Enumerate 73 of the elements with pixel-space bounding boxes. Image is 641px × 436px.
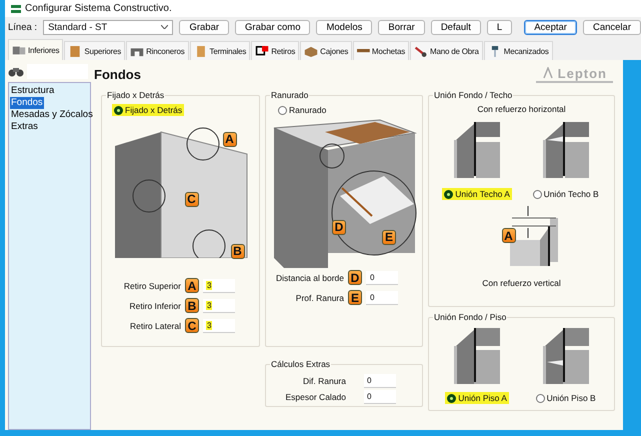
- radio-option[interactable]: Ranurado: [276, 104, 328, 116]
- input-field[interactable]: 3: [203, 298, 235, 312]
- dialog-button[interactable]: Cancelar: [582, 20, 641, 34]
- toolbar-button[interactable]: Default: [430, 20, 481, 34]
- board-icon: [357, 49, 370, 53]
- chevron-icon: [161, 25, 168, 29]
- tab[interactable]: Rinconeros: [126, 41, 189, 60]
- tab[interactable]: Mano de Obra: [410, 41, 483, 60]
- tab[interactable]: Cajones: [300, 41, 352, 60]
- tab[interactable]: Mecanizados: [484, 41, 553, 60]
- toolbar-button[interactable]: L: [486, 20, 512, 34]
- letter-badge: E: [348, 290, 362, 305]
- window-title: Configurar Sistema Constructivo.: [25, 3, 172, 14]
- joint-drawing: [540, 120, 591, 178]
- tab[interactable]: Inferiores: [8, 39, 64, 60]
- tab[interactable]: Retiros: [251, 41, 300, 60]
- tab[interactable]: Mochetas: [353, 41, 410, 60]
- input-field[interactable]: 0: [366, 290, 398, 304]
- group-title: Ranurado: [270, 90, 310, 100]
- field-label: Retiro Superior: [124, 280, 181, 290]
- navigation-item[interactable]: Estructura: [10, 85, 56, 97]
- group-title: Unión Fondo / Techo: [433, 90, 514, 100]
- radio-option[interactable]: Unión Piso B: [534, 392, 598, 404]
- navigation-item[interactable]: Extras: [10, 121, 39, 133]
- line-dropdown[interactable]: Standard - ST: [43, 20, 174, 34]
- joint-drawing: [452, 326, 502, 384]
- dialog-button[interactable]: Aceptar: [524, 20, 577, 34]
- toolbar-button[interactable]: Borrar: [378, 20, 425, 34]
- joint-drawing: [540, 326, 591, 384]
- group-title: Cálculos Extras: [270, 359, 332, 369]
- input-field[interactable]: 3: [203, 278, 235, 292]
- logo: Lepton: [536, 66, 613, 82]
- radio-option[interactable]: Unión Techo A: [442, 188, 512, 200]
- field-label: Espesor Calado: [286, 392, 346, 402]
- tab[interactable]: Superiores: [64, 41, 126, 60]
- binoculars-icon: [8, 66, 24, 76]
- caption: Con refuerzo vertical: [481, 278, 562, 288]
- input-field[interactable]: 3: [203, 318, 235, 332]
- field-label: Retiro Inferior: [130, 300, 181, 310]
- letter-badge: E: [382, 230, 396, 244]
- cabinet-icon: [68, 44, 82, 58]
- toolbar-button[interactable]: Grabar como: [235, 20, 310, 34]
- navigation-item[interactable]: Fondos: [10, 97, 44, 109]
- navigation-item[interactable]: Mesadas y Zócalos: [10, 109, 94, 121]
- group-title: Unión Fondo / Piso: [433, 312, 508, 322]
- input-field[interactable]: 0: [366, 270, 398, 284]
- group-title: Fijado x Detrás: [106, 90, 166, 100]
- toolbar-button[interactable]: Grabar: [179, 20, 230, 34]
- line-label: Línea :: [8, 22, 38, 32]
- letter-badge: A: [502, 228, 516, 243]
- field-label: Prof. Ranura: [296, 292, 344, 302]
- frame-icon: [255, 44, 270, 58]
- field-label: Retiro Lateral: [130, 320, 181, 330]
- letter-badge: D: [332, 220, 346, 234]
- letter-badge: A: [185, 278, 199, 293]
- app-icon: [11, 4, 21, 12]
- input-field[interactable]: 0: [364, 374, 396, 388]
- radio-option[interactable]: Fijado x Detrás: [112, 104, 184, 116]
- cabinet-icon: [12, 44, 26, 56]
- letter-badge: A: [222, 132, 236, 146]
- section-heading: Fondos: [94, 66, 141, 82]
- toolbar-button[interactable]: Modelos: [316, 20, 372, 34]
- joint-drawing: [452, 120, 502, 178]
- letter-badge: B: [185, 298, 199, 313]
- tab[interactable]: Terminales: [190, 41, 250, 60]
- input-field[interactable]: 0: [364, 390, 396, 404]
- letter-badge: C: [185, 318, 199, 333]
- field-label: Distancia al borde: [276, 272, 344, 282]
- caption: Con refuerzo horizontal: [476, 104, 567, 114]
- letter-badge: D: [348, 270, 362, 285]
- radio-option[interactable]: Unión Techo B: [530, 188, 601, 200]
- radio-option[interactable]: Unión Piso A: [445, 392, 509, 404]
- field-label: Dif. Ranura: [303, 376, 346, 386]
